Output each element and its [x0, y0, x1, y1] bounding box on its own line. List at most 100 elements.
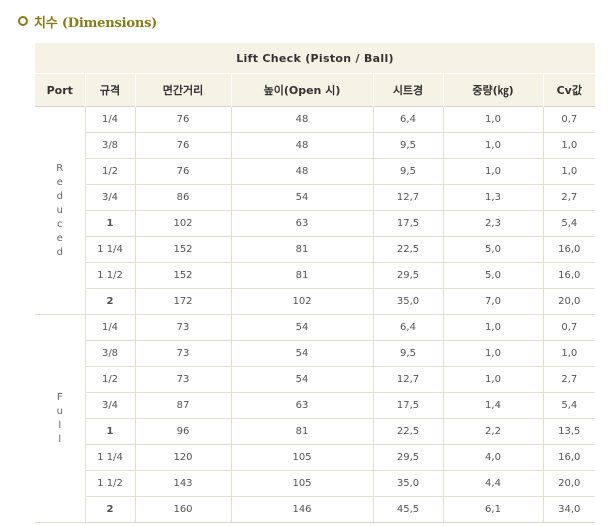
- cell-face-to-face: 76: [134, 106, 231, 133]
- cell-weight: 1,0: [442, 106, 543, 133]
- cell-height: 48: [230, 158, 373, 185]
- cell-cv: 5,4: [542, 392, 596, 419]
- cell-seat-diameter: 6,4: [372, 106, 443, 133]
- cell-seat-diameter: 29,5: [372, 444, 443, 471]
- port-letters: Full: [35, 392, 85, 445]
- cell-cv: 34,0: [542, 496, 596, 523]
- cell-cv: 1,0: [542, 158, 596, 185]
- cell-weight: 5,0: [442, 262, 543, 289]
- cell-cv: 16,0: [542, 236, 596, 263]
- table-row: 3/4 87 63 17,5 1,4 5,4: [35, 392, 596, 419]
- cell-height: 48: [230, 132, 373, 159]
- cell-weight: 5,0: [442, 236, 543, 263]
- cell-seat-diameter: 9,5: [372, 132, 443, 159]
- cell-height: 102: [230, 288, 373, 315]
- cell-face-to-face: 152: [134, 262, 231, 289]
- table-row: 3/8 76 48 9,5 1,0 1,0: [35, 132, 596, 159]
- dimensions-table: Lift Check (Piston / Ball) Port 규격 면간거리 …: [35, 43, 596, 523]
- section-header: 치수 (Dimensions): [18, 12, 158, 31]
- cell-cv: 2,7: [542, 184, 596, 211]
- cell-face-to-face: 102: [134, 210, 231, 237]
- cell-face-to-face: 73: [134, 314, 231, 341]
- cell-size: 1/4: [84, 314, 135, 341]
- cell-cv: 0,7: [542, 314, 596, 341]
- port-label: ReducedReduced: [35, 106, 86, 315]
- table-row: 1 1/4 120 105 29,5 4,0 16,0: [35, 444, 596, 471]
- table-row: 1 1/2 143 105 35,0 4,4 20,0: [35, 470, 596, 497]
- column-header-cv: Cv값: [542, 73, 596, 107]
- cell-height: 81: [230, 418, 373, 445]
- cell-height: 54: [230, 184, 373, 211]
- cell-seat-diameter: 9,5: [372, 340, 443, 367]
- table-row: 2 160 146 45,5 6,1 34,0: [35, 496, 596, 523]
- cell-height: 54: [230, 314, 373, 341]
- cell-size: 1 1/4: [84, 444, 135, 471]
- cell-seat-diameter: 12,7: [372, 184, 443, 211]
- cell-size: 1 1/2: [84, 262, 135, 289]
- cell-size: 1: [84, 210, 135, 237]
- circle-bullet-icon: [18, 16, 28, 26]
- cell-size: 3/8: [84, 340, 135, 367]
- cell-weight: 6,1: [442, 496, 543, 523]
- cell-height: 146: [230, 496, 373, 523]
- cell-face-to-face: 86: [134, 184, 231, 211]
- cell-size: 2: [84, 496, 135, 523]
- cell-cv: 20,0: [542, 288, 596, 315]
- table-row: FullFull1/473546,41,00,7: [35, 314, 596, 523]
- cell-cv: 20,0: [542, 470, 596, 497]
- cell-size: 3/4: [84, 184, 135, 211]
- port-letter: F: [56, 392, 63, 403]
- cell-seat-diameter: 29,5: [372, 262, 443, 289]
- port-letter: e: [56, 177, 63, 188]
- table-row: 3/4 86 54 12,7 1,3 2,7: [35, 184, 596, 211]
- cell-height: 54: [230, 366, 373, 393]
- cell-face-to-face: 160: [134, 496, 231, 523]
- cell-seat-diameter: 12,7: [372, 366, 443, 393]
- cell-weight: 1,0: [442, 314, 543, 341]
- cell-cv: 16,0: [542, 262, 596, 289]
- cell-cv: 1,0: [542, 340, 596, 367]
- cell-weight: 7,0: [442, 288, 543, 315]
- cell-weight: 1,3: [442, 184, 543, 211]
- table-row: 1 96 81 22,5 2,2 13,5: [35, 418, 596, 445]
- port-letter: e: [56, 233, 63, 244]
- cell-size: 1 1/4: [84, 236, 135, 263]
- cell-seat-diameter: 22,5: [372, 418, 443, 445]
- cell-weight: 1,0: [442, 366, 543, 393]
- table-row: 2 172 102 35,0 7,0 20,0: [35, 288, 596, 315]
- cell-weight: 4,0: [442, 444, 543, 471]
- cell-height: 63: [230, 392, 373, 419]
- table-row: ReducedReduced1/476486,41,00,7: [35, 106, 596, 315]
- cell-face-to-face: 143: [134, 470, 231, 497]
- cell-cv: 13,5: [542, 418, 596, 445]
- cell-cv: 1,0: [542, 132, 596, 159]
- column-header-weight: 중량(㎏): [442, 73, 543, 107]
- cell-weight: 1,4: [442, 392, 543, 419]
- table-row: 1 102 63 17,5 2,3 5,4: [35, 210, 596, 237]
- cell-size: 1: [84, 418, 135, 445]
- cell-size: 1/2: [84, 158, 135, 185]
- cell-seat-diameter: 6,4: [372, 314, 443, 341]
- port-letter: c: [57, 219, 63, 230]
- port-letter: l: [58, 420, 62, 431]
- column-header-face-to-face: 면간거리: [134, 73, 231, 107]
- port-letter: u: [56, 205, 63, 216]
- cell-face-to-face: 96: [134, 418, 231, 445]
- table-body: ReducedReduced1/476486,41,00,73/876489,5…: [35, 106, 596, 523]
- cell-face-to-face: 76: [134, 158, 231, 185]
- cell-height: 105: [230, 470, 373, 497]
- column-header-port: Port: [35, 73, 85, 107]
- cell-face-to-face: 87: [134, 392, 231, 419]
- cell-height: 105: [230, 444, 373, 471]
- cell-size: 1/4: [84, 106, 135, 133]
- cell-face-to-face: 152: [134, 236, 231, 263]
- cell-cv: 16,0: [542, 444, 596, 471]
- table-row: 1/2 73 54 12,7 1,0 2,7: [35, 366, 596, 393]
- cell-height: 81: [230, 262, 373, 289]
- section-title: 치수 (Dimensions): [34, 15, 158, 31]
- cell-weight: 1,0: [442, 132, 543, 159]
- table-title: Lift Check (Piston / Ball): [35, 43, 596, 74]
- column-header-height: 높이(Open 시): [230, 73, 373, 107]
- column-header-size: 규격: [84, 73, 135, 107]
- cell-seat-diameter: 35,0: [372, 470, 443, 497]
